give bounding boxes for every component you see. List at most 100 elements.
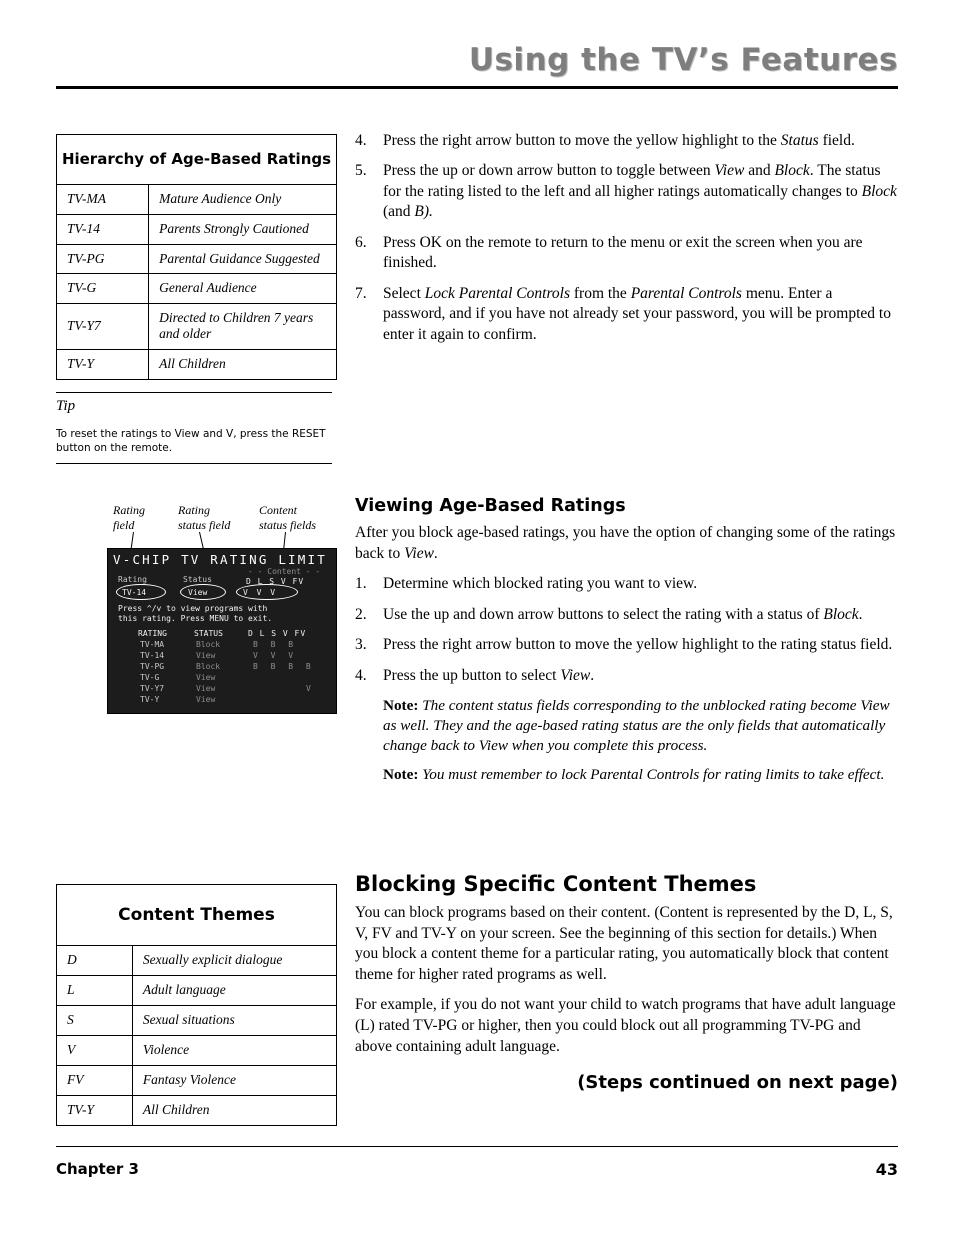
screen-table-head-rating: RATING	[138, 629, 167, 638]
screen-row-status: View	[196, 695, 216, 704]
list-item: 6. Press OK on the remote to return to t…	[355, 233, 898, 274]
callout-line: Rating	[113, 503, 145, 517]
rating-description: Mature Audience Only	[148, 183, 337, 215]
screen-row-rating: TV-PG	[140, 662, 165, 671]
hierarchy-of-age-based-ratings-table: Hierarchy of Age-Based Ratings TV-MA Mat…	[55, 134, 337, 381]
tv-screen: V-CHIP TV RATING LIMIT - - Content - - D…	[107, 548, 337, 714]
note-block-1: Note: The content status fields correspo…	[355, 696, 898, 757]
hierarchy-table-title: Hierarchy of Age-Based Ratings	[56, 134, 337, 185]
table-row: TV-PG Parental Guidance Suggested	[55, 243, 337, 275]
callout-line: Content	[259, 503, 297, 517]
rating-code: TV-G	[55, 273, 150, 305]
list-item: 7. Select Lock Parental Controls from th…	[355, 284, 898, 345]
table-row: TV-Y All Children	[56, 1094, 338, 1126]
theme-description: Adult language	[131, 974, 338, 1006]
rating-description: Directed to Children 7 years and older	[148, 303, 337, 351]
screen-table-head-content: D L S V FV	[248, 629, 307, 638]
note-label: Note:	[383, 697, 419, 715]
rating-description: General Audience	[148, 273, 337, 305]
step-number: 1.	[355, 575, 367, 593]
steps-top-list: 4. Press the right arrow button to move …	[355, 131, 898, 355]
screen-row-status: Block	[196, 662, 221, 671]
section-heading-blocking: Blocking Specific Content Themes	[355, 872, 757, 896]
rating-code: TV-Y	[55, 349, 150, 381]
screen-row-content: V	[306, 684, 311, 693]
table-row: D Sexually explicit dialogue	[56, 945, 338, 976]
list-item: 2. Use the up and down arrow buttons to …	[355, 605, 898, 625]
step-text: Press OK on the remote to return to the …	[383, 233, 863, 272]
list-item: 4. Press the right arrow button to move …	[355, 131, 898, 151]
steps-continued-note: (Steps continued on next page)	[577, 1072, 898, 1093]
step-text: Use the up and down arrow buttons to sel…	[383, 605, 863, 623]
rating-description: All Children	[148, 349, 337, 381]
tip-divider-top	[56, 392, 332, 393]
screen-instructions-line-1: Press ^/v to view programs with	[118, 604, 268, 613]
footer-divider	[56, 1146, 898, 1147]
theme-description: Violence	[131, 1034, 338, 1066]
screen-status-field-label: Status	[183, 575, 212, 584]
note-text: You must remember to lock Parental Contr…	[422, 765, 885, 783]
tv-screen-figure: V-CHIP TV RATING LIMIT - - Content - - D…	[107, 548, 337, 714]
callout-line: status fields	[259, 517, 317, 532]
blocking-paragraph-2: For example, if you do not want your chi…	[355, 996, 896, 1055]
rating-code: TV-14	[55, 213, 150, 245]
footer-page-number: 43	[875, 1160, 898, 1179]
header-divider	[56, 86, 898, 89]
screen-rating-field-label: Rating	[118, 575, 147, 584]
table-row: L Adult language	[56, 974, 338, 1006]
theme-code: FV	[56, 1064, 133, 1096]
table-row: TV-14 Parents Strongly Cautioned	[55, 213, 337, 245]
blocking-paragraph-1: You can block programs based on their co…	[355, 904, 893, 983]
page-header-title: Using the TV’s Features	[468, 42, 898, 78]
note-text: The content status fields corresponding …	[383, 697, 890, 755]
step-number: 5.	[355, 162, 367, 180]
step-text: Press the right arrow button to move the…	[383, 636, 893, 654]
callout-rating-status-field: Rating status field	[178, 503, 258, 532]
tip-divider-bottom	[56, 463, 332, 464]
page: Using the TV’s Features Hierarchy of Age…	[0, 0, 954, 1235]
table-row: TV-G General Audience	[55, 273, 337, 305]
list-item: 5. Press the up or down arrow button to …	[355, 161, 898, 222]
screen-row-rating: TV-Y7	[140, 684, 165, 693]
step-text: Press the right arrow button to move the…	[383, 132, 855, 149]
table-row: TV-Y7 Directed to Children 7 years and o…	[55, 303, 337, 351]
screen-row-rating: TV-MA	[140, 640, 165, 649]
screen-row-status: View	[196, 684, 216, 693]
table-row: V Violence	[56, 1034, 338, 1066]
list-item: 1. Determine which blocked rating you wa…	[355, 574, 898, 594]
rating-code: TV-MA	[55, 183, 150, 215]
callout-rating-field: Rating field	[113, 503, 173, 532]
screen-row-content: B B B	[253, 640, 298, 649]
table-row: FV Fantasy Violence	[56, 1064, 338, 1096]
list-item: 4. Press the up button to select View.	[355, 666, 898, 686]
step-text: Select Lock Parental Controls from the P…	[383, 284, 891, 343]
screen-row-content: B B B B	[253, 662, 315, 671]
content-themes-table-title: Content Themes	[56, 883, 337, 947]
rating-description: Parental Guidance Suggested	[148, 243, 337, 275]
theme-code: V	[56, 1034, 133, 1066]
callout-line: field	[113, 517, 135, 532]
table-header-row: Content Themes	[56, 883, 337, 947]
theme-code: L	[56, 974, 133, 1006]
theme-code: S	[56, 1004, 133, 1036]
callout-line: Rating	[178, 503, 210, 517]
content-themes-table: Content Themes D Sexually explicit dialo…	[56, 883, 338, 1126]
step-text: Press the up button to select View.	[383, 666, 595, 684]
callout-content-status-fields: Content status fields	[259, 503, 349, 532]
list-item: 3. Press the right arrow button to move …	[355, 635, 898, 655]
callout-line: status field	[178, 517, 231, 532]
note-block-2: Note: You must remember to lock Parental…	[355, 765, 898, 785]
rating-description: Parents Strongly Cautioned	[148, 213, 337, 245]
screen-row-status: Block	[196, 640, 221, 649]
step-number: 3.	[355, 636, 367, 654]
screen-row-rating: TV-G	[140, 673, 160, 682]
viewing-intro-paragraph: After you block age-based ratings, you h…	[355, 524, 896, 562]
theme-code: TV-Y	[56, 1094, 133, 1126]
section-heading-viewing: Viewing Age-Based Ratings	[355, 496, 626, 516]
theme-code: D	[56, 945, 133, 976]
highlight-oval-rating	[116, 584, 166, 600]
blocking-content-themes-section: Blocking Specific Content Themes You can…	[355, 872, 898, 1067]
theme-description: Fantasy Violence	[131, 1064, 338, 1096]
screen-row-status: View	[196, 673, 216, 682]
tip-label: Tip	[56, 398, 76, 414]
